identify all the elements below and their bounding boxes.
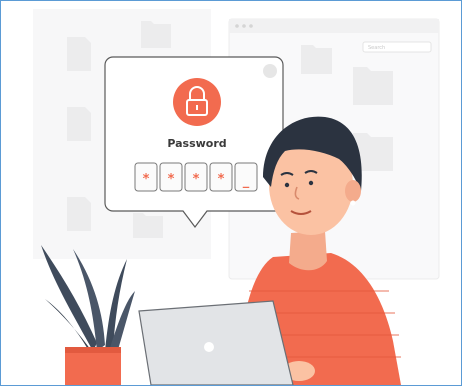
password-input[interactable]: * * * * _: [134, 162, 258, 192]
illustration-scene: Search Password * * * * _: [33, 9, 440, 385]
password-char: *: [168, 172, 175, 187]
earring: [350, 200, 356, 206]
document-icon: [67, 37, 91, 71]
window-dot-icon: [235, 24, 239, 28]
password-label: Password: [167, 137, 226, 150]
neck: [289, 231, 327, 271]
folder-icon: [353, 67, 393, 105]
window-dot-icon: [249, 24, 253, 28]
background-window-titlebar: [229, 19, 439, 33]
password-char: *: [193, 172, 200, 187]
password-char: *: [143, 172, 150, 187]
illustration-frame: Search Password * * * * _: [0, 0, 462, 386]
close-icon[interactable]: [263, 64, 277, 78]
password-cursor: _: [243, 174, 250, 189]
folder-icon: [133, 213, 163, 238]
document-icon: [67, 107, 91, 141]
ear: [345, 180, 361, 202]
folder-icon: [141, 21, 171, 48]
laptop-logo-icon: [204, 342, 214, 352]
laptop-lid: [138, 300, 294, 385]
potted-plant: [41, 245, 135, 385]
window-dot-icon: [242, 24, 246, 28]
lock-badge: [173, 78, 221, 126]
password-popup: Password * * * * _: [104, 56, 284, 228]
background-search-placeholder: Search: [368, 45, 385, 51]
password-char: *: [218, 172, 225, 187]
folder-icon: [301, 45, 332, 74]
laptop: [138, 300, 294, 385]
document-icon: [67, 197, 91, 231]
